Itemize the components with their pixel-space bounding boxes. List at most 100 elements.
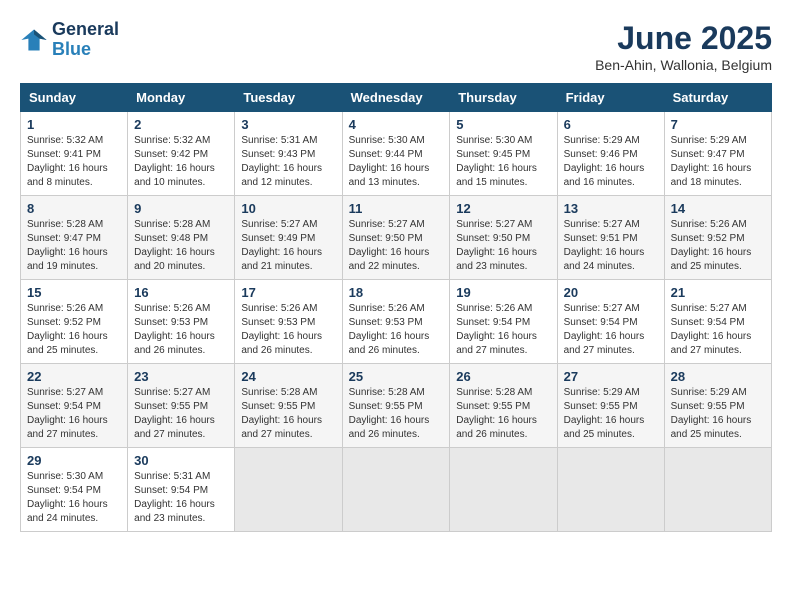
- day-info: Sunrise: 5:28 AM Sunset: 9:47 PM Dayligh…: [27, 218, 121, 274]
- day-info: Sunrise: 5:31 AM Sunset: 9:43 PM Dayligh…: [241, 134, 335, 190]
- calendar-day-cell: [557, 448, 664, 532]
- calendar-day-cell: [235, 448, 342, 532]
- day-info: Sunrise: 5:26 AM Sunset: 9:53 PM Dayligh…: [134, 302, 228, 358]
- day-number: 30: [134, 453, 228, 468]
- day-number: 28: [671, 369, 765, 384]
- calendar-day-cell: 23 Sunrise: 5:27 AM Sunset: 9:55 PM Dayli…: [128, 364, 235, 448]
- day-number: 20: [564, 285, 658, 300]
- calendar-day-cell: 26Sunrise: 5:28 AM Sunset: 9:55 PM Dayli…: [450, 364, 557, 448]
- day-number: 25: [349, 369, 444, 384]
- day-info: Sunrise: 5:26 AM Sunset: 9:53 PM Dayligh…: [349, 302, 444, 358]
- calendar-day-cell: 15 Sunrise: 5:26 AM Sunset: 9:52 PM Dayli…: [21, 280, 128, 364]
- calendar-day-cell: 7 Sunrise: 5:29 AM Sunset: 9:47 PM Daylig…: [664, 112, 771, 196]
- day-number: 2: [134, 117, 228, 132]
- day-number: 29: [27, 453, 121, 468]
- page-header: General Blue June 2025 Ben-Ahin, Walloni…: [20, 20, 772, 73]
- day-info: Sunrise: 5:27 AM Sunset: 9:54 PM Dayligh…: [564, 302, 658, 358]
- day-number: 8: [27, 201, 121, 216]
- day-number: 23: [134, 369, 228, 384]
- calendar-day-cell: 12 Sunrise: 5:27 AM Sunset: 9:50 PM Dayli…: [450, 196, 557, 280]
- calendar-day-cell: 6Sunrise: 5:29 AM Sunset: 9:46 PM Daylig…: [557, 112, 664, 196]
- logo-line1: General: [52, 20, 119, 40]
- calendar-day-cell: 9 Sunrise: 5:28 AM Sunset: 9:48 PM Daylig…: [128, 196, 235, 280]
- calendar-day-cell: 28 Sunrise: 5:29 AM Sunset: 9:55 PM Dayli…: [664, 364, 771, 448]
- calendar-week-row: 29 Sunrise: 5:30 AM Sunset: 9:54 PM Dayli…: [21, 448, 772, 532]
- day-number: 22: [27, 369, 121, 384]
- calendar-day-cell: 8 Sunrise: 5:28 AM Sunset: 9:47 PM Daylig…: [21, 196, 128, 280]
- calendar-week-row: 1 Sunrise: 5:32 AM Sunset: 9:41 PM Daylig…: [21, 112, 772, 196]
- calendar-day-cell: 22 Sunrise: 5:27 AM Sunset: 9:54 PM Dayli…: [21, 364, 128, 448]
- day-number: 15: [27, 285, 121, 300]
- weekday-header: Monday: [128, 84, 235, 112]
- day-info: Sunrise: 5:30 AM Sunset: 9:45 PM Dayligh…: [456, 134, 550, 190]
- day-info: Sunrise: 5:26 AM Sunset: 9:52 PM Dayligh…: [27, 302, 121, 358]
- day-info: Sunrise: 5:32 AM Sunset: 9:42 PM Dayligh…: [134, 134, 228, 190]
- day-info: Sunrise: 5:27 AM Sunset: 9:49 PM Dayligh…: [241, 218, 335, 274]
- calendar-week-row: 8 Sunrise: 5:28 AM Sunset: 9:47 PM Daylig…: [21, 196, 772, 280]
- day-info: Sunrise: 5:26 AM Sunset: 9:53 PM Dayligh…: [241, 302, 335, 358]
- day-info: Sunrise: 5:29 AM Sunset: 9:55 PM Dayligh…: [564, 386, 658, 442]
- day-number: 7: [671, 117, 765, 132]
- calendar-week-row: 22 Sunrise: 5:27 AM Sunset: 9:54 PM Dayli…: [21, 364, 772, 448]
- day-number: 16: [134, 285, 228, 300]
- day-info: Sunrise: 5:27 AM Sunset: 9:50 PM Dayligh…: [456, 218, 550, 274]
- calendar-day-cell: 30 Sunrise: 5:31 AM Sunset: 9:54 PM Dayli…: [128, 448, 235, 532]
- day-info: Sunrise: 5:29 AM Sunset: 9:55 PM Dayligh…: [671, 386, 765, 442]
- calendar-table: SundayMondayTuesdayWednesdayThursdayFrid…: [20, 83, 772, 532]
- day-number: 26: [456, 369, 550, 384]
- calendar-day-cell: 1 Sunrise: 5:32 AM Sunset: 9:41 PM Daylig…: [21, 112, 128, 196]
- calendar-day-cell: 17 Sunrise: 5:26 AM Sunset: 9:53 PM Dayli…: [235, 280, 342, 364]
- calendar-day-cell: 11Sunrise: 5:27 AM Sunset: 9:50 PM Dayli…: [342, 196, 450, 280]
- calendar-day-cell: 21 Sunrise: 5:27 AM Sunset: 9:54 PM Dayli…: [664, 280, 771, 364]
- day-number: 1: [27, 117, 121, 132]
- day-info: Sunrise: 5:27 AM Sunset: 9:51 PM Dayligh…: [564, 218, 658, 274]
- calendar-day-cell: 10 Sunrise: 5:27 AM Sunset: 9:49 PM Dayli…: [235, 196, 342, 280]
- calendar-day-cell: 18Sunrise: 5:26 AM Sunset: 9:53 PM Dayli…: [342, 280, 450, 364]
- day-info: Sunrise: 5:29 AM Sunset: 9:47 PM Dayligh…: [671, 134, 765, 190]
- calendar-day-cell: [342, 448, 450, 532]
- day-info: Sunrise: 5:30 AM Sunset: 9:54 PM Dayligh…: [27, 470, 121, 526]
- day-info: Sunrise: 5:29 AM Sunset: 9:46 PM Dayligh…: [564, 134, 658, 190]
- weekday-header: Thursday: [450, 84, 557, 112]
- calendar-day-cell: 16 Sunrise: 5:26 AM Sunset: 9:53 PM Dayli…: [128, 280, 235, 364]
- calendar-day-cell: 20 Sunrise: 5:27 AM Sunset: 9:54 PM Dayli…: [557, 280, 664, 364]
- day-info: Sunrise: 5:28 AM Sunset: 9:55 PM Dayligh…: [349, 386, 444, 442]
- day-info: Sunrise: 5:27 AM Sunset: 9:54 PM Dayligh…: [671, 302, 765, 358]
- day-info: Sunrise: 5:30 AM Sunset: 9:44 PM Dayligh…: [349, 134, 444, 190]
- month-title: June 2025: [595, 20, 772, 57]
- calendar-day-cell: [664, 448, 771, 532]
- logo-line2: Blue: [52, 40, 119, 60]
- location-title: Ben-Ahin, Wallonia, Belgium: [595, 57, 772, 73]
- day-number: 4: [349, 117, 444, 132]
- calendar-header-row: SundayMondayTuesdayWednesdayThursdayFrid…: [21, 84, 772, 112]
- day-info: Sunrise: 5:26 AM Sunset: 9:54 PM Dayligh…: [456, 302, 550, 358]
- day-info: Sunrise: 5:32 AM Sunset: 9:41 PM Dayligh…: [27, 134, 121, 190]
- weekday-header: Saturday: [664, 84, 771, 112]
- day-info: Sunrise: 5:26 AM Sunset: 9:52 PM Dayligh…: [671, 218, 765, 274]
- day-info: Sunrise: 5:27 AM Sunset: 9:55 PM Dayligh…: [134, 386, 228, 442]
- day-info: Sunrise: 5:28 AM Sunset: 9:48 PM Dayligh…: [134, 218, 228, 274]
- calendar-day-cell: 13Sunrise: 5:27 AM Sunset: 9:51 PM Dayli…: [557, 196, 664, 280]
- calendar-day-cell: 3 Sunrise: 5:31 AM Sunset: 9:43 PM Daylig…: [235, 112, 342, 196]
- calendar-day-cell: 27Sunrise: 5:29 AM Sunset: 9:55 PM Dayli…: [557, 364, 664, 448]
- day-number: 3: [241, 117, 335, 132]
- calendar-day-cell: [450, 448, 557, 532]
- calendar-day-cell: 25 Sunrise: 5:28 AM Sunset: 9:55 PM Dayli…: [342, 364, 450, 448]
- day-number: 5: [456, 117, 550, 132]
- day-info: Sunrise: 5:27 AM Sunset: 9:54 PM Dayligh…: [27, 386, 121, 442]
- calendar-day-cell: 24Sunrise: 5:28 AM Sunset: 9:55 PM Dayli…: [235, 364, 342, 448]
- day-number: 10: [241, 201, 335, 216]
- calendar-day-cell: 29 Sunrise: 5:30 AM Sunset: 9:54 PM Dayli…: [21, 448, 128, 532]
- day-number: 12: [456, 201, 550, 216]
- day-number: 9: [134, 201, 228, 216]
- day-number: 21: [671, 285, 765, 300]
- calendar-week-row: 15 Sunrise: 5:26 AM Sunset: 9:52 PM Dayli…: [21, 280, 772, 364]
- weekday-header: Wednesday: [342, 84, 450, 112]
- logo: General Blue: [20, 20, 119, 60]
- weekday-header: Sunday: [21, 84, 128, 112]
- day-number: 11: [349, 201, 444, 216]
- title-area: June 2025 Ben-Ahin, Wallonia, Belgium: [595, 20, 772, 73]
- day-number: 17: [241, 285, 335, 300]
- weekday-header: Tuesday: [235, 84, 342, 112]
- day-info: Sunrise: 5:31 AM Sunset: 9:54 PM Dayligh…: [134, 470, 228, 526]
